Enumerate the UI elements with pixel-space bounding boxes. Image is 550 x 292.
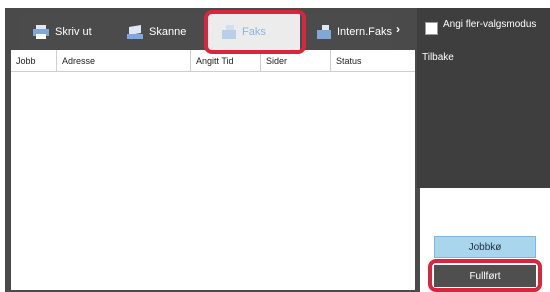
multi-select-toggle[interactable]: Angi fler-valgsmodus: [425, 20, 539, 35]
multi-select-checkbox[interactable]: [425, 22, 438, 35]
internet-fax-icon: [317, 25, 331, 39]
chevron-right-icon[interactable]: ›: [396, 22, 400, 36]
printer-icon: [33, 25, 49, 39]
job-table: Jobb Adresse Angitt Tid Sider Status: [11, 50, 415, 290]
job-queue-button[interactable]: Jobbkø: [434, 236, 536, 258]
scanner-icon: [127, 25, 143, 39]
column-header-job[interactable]: Jobb: [11, 50, 57, 72]
completed-button-highlight: [428, 259, 542, 292]
tab-print[interactable]: Skriv ut: [19, 14, 111, 50]
multi-select-label: Angi fler-valgsmodus: [443, 19, 537, 30]
column-header-address[interactable]: Adresse: [57, 50, 191, 72]
tab-scan[interactable]: Skanne: [113, 14, 205, 50]
tab-internet-fax[interactable]: Intern.Faks: [303, 14, 393, 50]
fax-tab-highlight: [204, 10, 306, 54]
back-link[interactable]: Tilbake: [422, 52, 454, 63]
column-header-status[interactable]: Status: [331, 50, 415, 72]
tab-scan-label: Skanne: [149, 26, 187, 38]
action-panel: Angi fler-valgsmodus: [417, 8, 550, 188]
tab-internet-fax-label: Intern.Faks: [337, 26, 393, 38]
tab-print-label: Skriv ut: [55, 26, 92, 38]
